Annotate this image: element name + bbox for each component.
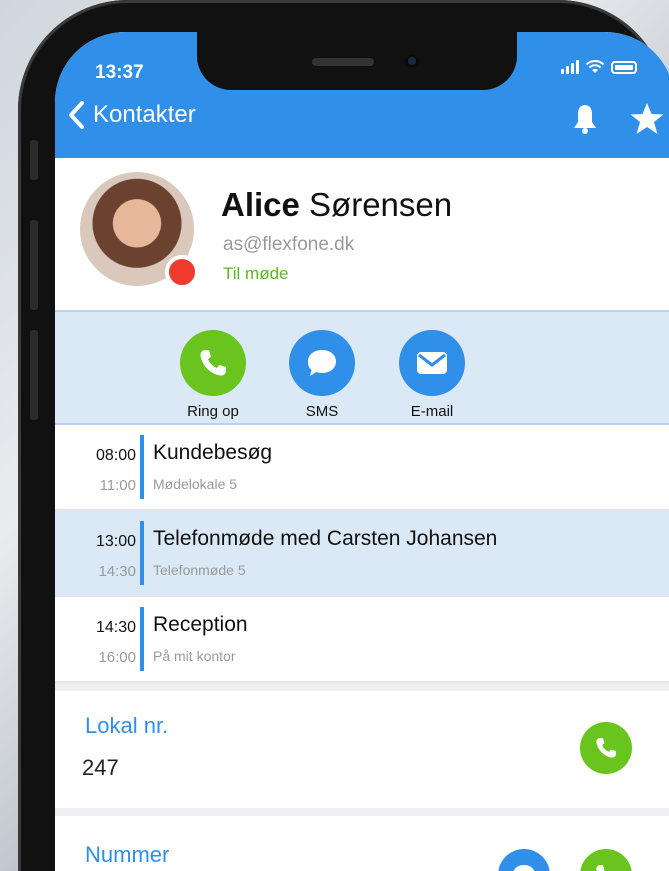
calendar-event-current[interactable]: 13:00 14:30 Telefonmøde med Carsten Joha… [55,511,669,597]
email-button[interactable]: E-mail [387,330,477,420]
notch [197,32,517,90]
action-bar: Ring op SMS E-mail [55,310,669,425]
call-circle [180,330,246,396]
mute-switch [30,140,38,180]
sms-button[interactable]: SMS [277,330,367,420]
email-label: E-mail [410,403,454,420]
event-end-time: 11:00 [99,477,136,494]
phone-icon [200,350,226,376]
call-button[interactable]: Ring op [168,330,258,420]
email-circle [399,330,465,396]
chevron-left-icon [69,101,84,129]
local-number-field: Lokal nr. 247 [55,691,669,808]
event-end-time: 14:30 [98,563,136,580]
event-bar [140,435,144,499]
speaker-grille [312,58,374,66]
phone-icon [596,738,616,758]
event-bar [140,607,144,671]
section-divider [55,808,669,816]
event-location: På mit kontor [153,648,236,664]
front-camera [405,54,419,68]
back-button[interactable]: Kontakter [67,100,196,130]
calendar-events: 08:00 11:00 Kundebesøg Mødelokale 5 13:0… [55,425,669,683]
back-label: Kontakter [93,101,196,128]
star-icon[interactable] [629,102,665,136]
header-actions [571,102,665,136]
volume-down-button [30,330,38,420]
battery-icon [611,60,637,74]
section-divider [55,683,669,691]
calendar-event[interactable]: 14:30 16:00 Reception På mit kontor [55,597,669,683]
contact-email[interactable]: as@flexfone.dk [223,234,354,256]
contact-profile: Alice Sørensen as@flexfone.dk Til møde [55,158,669,310]
call-label: Ring op [187,403,239,420]
event-start-time: 14:30 [95,619,136,636]
event-start-time: 08:00 [95,447,136,464]
event-bar [140,521,144,585]
wifi-icon [585,60,605,73]
event-location: Mødelokale 5 [153,476,238,492]
status-icons [561,60,637,74]
bell-icon[interactable] [571,103,599,135]
event-end-time: 16:00 [98,649,136,666]
contact-last-name: Sørensen [309,186,453,223]
busy-status-dot [165,255,199,289]
volume-up-button [30,220,38,310]
app-header: 13:37 Kontakter [55,32,669,158]
event-title: Telefonmøde med Carsten Johansen [153,527,498,550]
phone-screen: 13:37 Kontakter Alice Sørensen as@flexfo… [55,32,669,871]
status-time: 13:37 [95,62,144,83]
presence-status: Til møde [223,264,289,283]
call-local-button[interactable] [580,722,632,774]
event-title: Kundebesøg [153,441,273,464]
chat-bubble-icon [308,350,336,376]
sms-circle [289,330,355,396]
envelope-icon [417,352,447,374]
chat-bubble-icon [513,865,535,871]
sms-label: SMS [305,403,339,420]
contact-first-name: Alice [221,186,300,223]
local-number-value[interactable]: 247 [82,755,119,781]
event-start-time: 13:00 [95,533,136,550]
event-location: Telefonmøde 5 [153,562,246,578]
local-number-label: Lokal nr. [85,713,169,738]
phone-icon [596,865,605,871]
event-title: Reception [153,613,248,636]
contact-name: Alice Sørensen [221,186,452,224]
number-field: Nummer [55,816,669,871]
call-number-button[interactable] [580,849,632,871]
number-label: Nummer [85,842,170,867]
sms-number-button[interactable] [498,849,550,871]
calendar-event[interactable]: 08:00 11:00 Kundebesøg Mødelokale 5 [55,425,669,511]
signal-icon [561,60,579,74]
